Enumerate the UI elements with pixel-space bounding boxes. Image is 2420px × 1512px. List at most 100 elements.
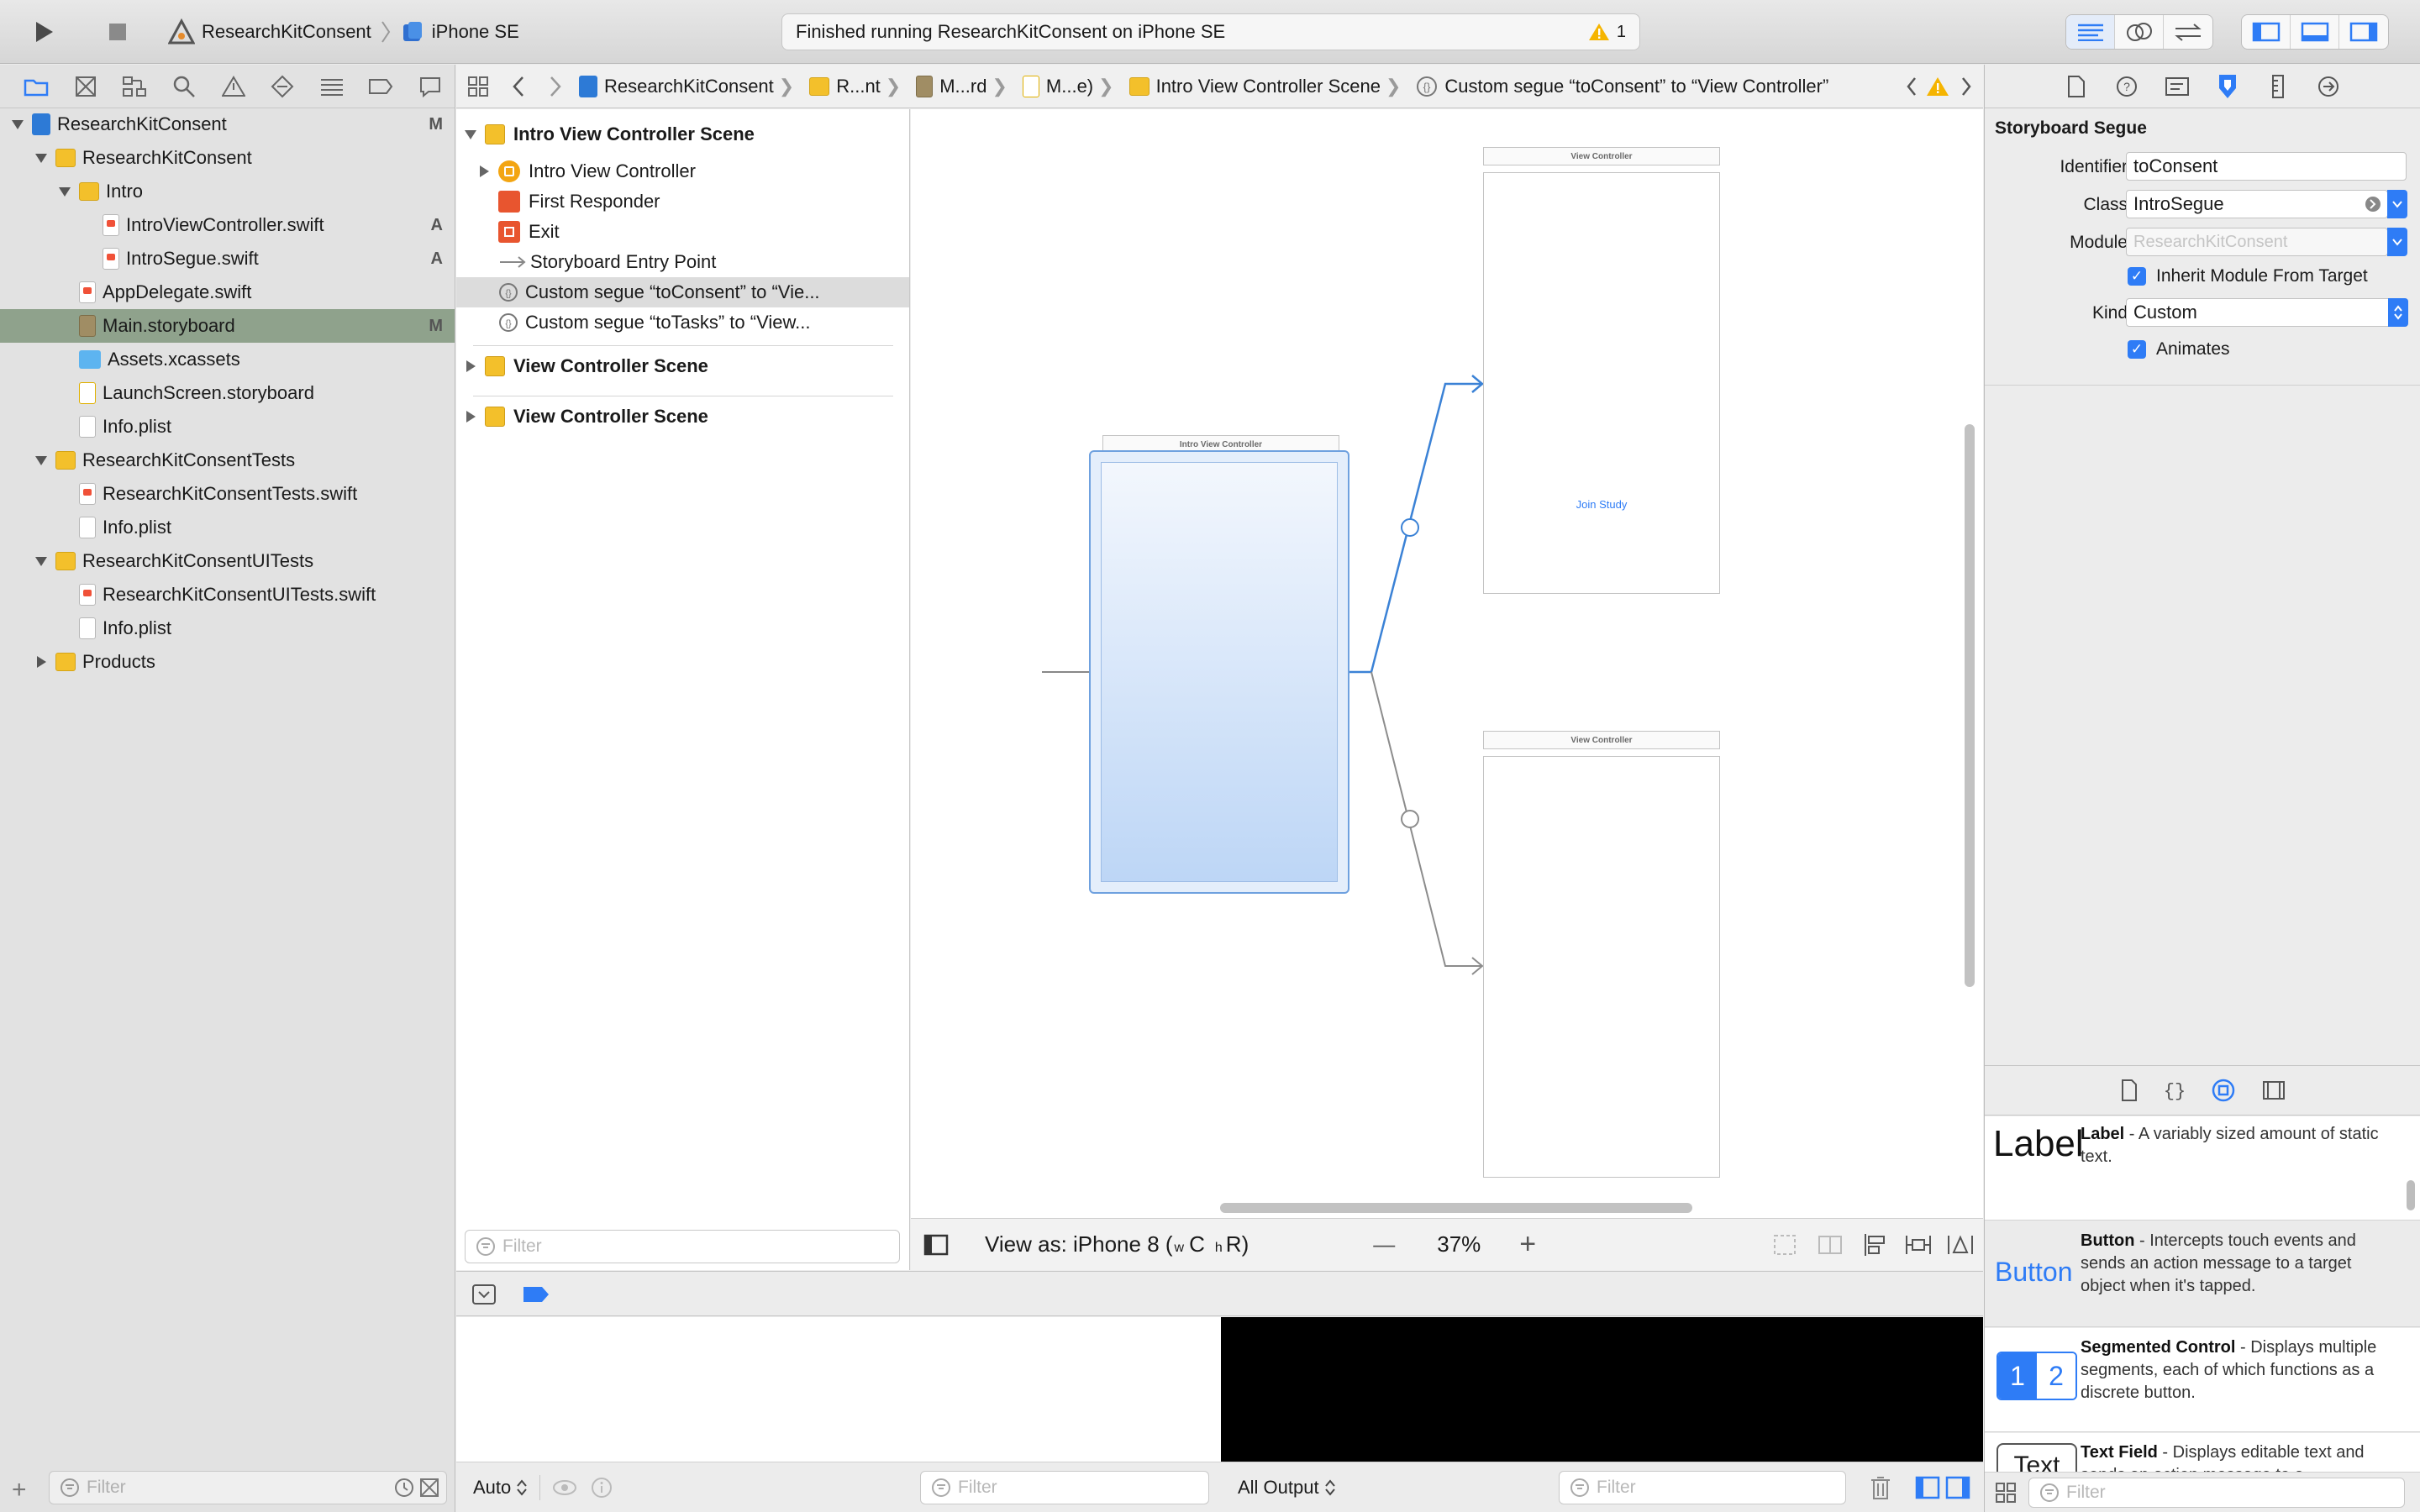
file-tree-row[interactable]: Main.storyboard M	[0, 309, 455, 343]
tab-file-inspector[interactable]	[2051, 65, 2102, 108]
scheme-selector[interactable]: ResearchKitConsent iPhone SE	[168, 13, 519, 50]
canvas-horizontal-scrollbar[interactable]	[1220, 1203, 1692, 1213]
disclosure-open-icon[interactable]	[34, 150, 49, 165]
media-library-icon[interactable]	[2261, 1079, 2286, 1101]
module-dropdown-arrow[interactable]	[2387, 228, 2407, 256]
scheme-device-label[interactable]: iPhone SE	[432, 21, 519, 43]
info-icon[interactable]	[591, 1477, 613, 1499]
object-library-icon[interactable]	[2211, 1078, 2236, 1103]
animates-checkbox[interactable]: ✓	[2128, 340, 2146, 359]
variables-filter-field[interactable]: Filter	[920, 1471, 1209, 1504]
disclosure-open-icon[interactable]	[57, 184, 72, 199]
file-tree-row[interactable]: AppDelegate.swift	[0, 276, 455, 309]
view-controller-1-frame[interactable]: Join Study	[1483, 172, 1720, 594]
auto-variables-selector[interactable]: Auto	[473, 1477, 528, 1499]
tab-reports[interactable]	[406, 65, 455, 108]
module-field[interactable]: ResearchKitConsent	[2126, 228, 2388, 256]
navigator-filter-field[interactable]: Filter	[49, 1471, 447, 1504]
show-console-view-icon[interactable]	[1945, 1476, 1970, 1499]
trash-icon[interactable]	[1870, 1476, 1891, 1501]
outline-item[interactable]: First Responder	[456, 186, 909, 217]
file-tree-row[interactable]: Products	[0, 645, 455, 679]
segue-to-consent-icon[interactable]	[1401, 518, 1419, 537]
related-items-button[interactable]	[456, 76, 500, 97]
file-tree-row[interactable]: ResearchKitConsentUITests	[0, 544, 455, 578]
version-editor-button[interactable]	[2164, 15, 2212, 49]
zoom-level[interactable]: 37%	[1437, 1231, 1481, 1257]
disclosure-open-icon[interactable]	[10, 117, 25, 132]
disclosure-closed-icon[interactable]	[456, 360, 485, 373]
forward-button[interactable]	[537, 75, 574, 98]
toggle-navigator-button[interactable]	[2242, 15, 2291, 49]
class-dropdown-arrow[interactable]	[2387, 190, 2407, 218]
file-tree-row[interactable]: ResearchKitConsent M	[0, 108, 455, 141]
code-snippet-icon[interactable]: {}	[2164, 1079, 2186, 1102]
file-tree-row[interactable]: ResearchKitConsent	[0, 141, 455, 175]
tab-source-control[interactable]	[61, 65, 111, 108]
align-icon[interactable]	[1862, 1232, 1889, 1257]
disclosure-closed-icon[interactable]	[470, 165, 498, 178]
toggle-debug-area-button[interactable]	[2291, 15, 2339, 49]
join-study-button[interactable]: Join Study	[1484, 498, 1719, 511]
disclosure-open-icon[interactable]	[34, 554, 49, 569]
vc2-title-bar[interactable]: View Controller	[1483, 731, 1720, 749]
file-tree-row[interactable]: ResearchKitConsentTests	[0, 444, 455, 477]
update-frames-icon[interactable]	[1817, 1232, 1844, 1257]
embed-in-icon[interactable]	[1771, 1232, 1798, 1257]
warning-count[interactable]: 1	[1617, 23, 1626, 42]
outline-scene-intro[interactable]: Intro View Controller Scene	[456, 119, 909, 150]
outline-item-selected[interactable]: {} Custom segue “toConsent” to “Vie...	[456, 277, 909, 307]
toggle-inspector-button[interactable]	[2339, 15, 2388, 49]
tab-identity-inspector[interactable]	[2152, 65, 2202, 108]
tab-project[interactable]	[12, 65, 61, 108]
warning-icon[interactable]	[1926, 76, 1949, 97]
crumb-segue[interactable]: {} Custom segue “toConsent” to “View Con…	[1411, 76, 1833, 97]
crumb-project[interactable]: ResearchKitConsent ❯	[574, 75, 804, 97]
zoom-out-button[interactable]: —	[1373, 1231, 1395, 1257]
segue-to-tasks-line[interactable]	[1370, 671, 1482, 967]
library-item-label[interactable]: Label Label - A variably sized amount of…	[1985, 1116, 2420, 1221]
library-filter-field[interactable]: Filter	[2028, 1477, 2405, 1508]
disclosure-open-icon[interactable]	[456, 129, 485, 140]
library-item-text-field[interactable]: Text Text Field - Displays editable text…	[1985, 1433, 2420, 1472]
source-control-filter-icon[interactable]	[419, 1478, 439, 1498]
run-button[interactable]	[18, 13, 69, 50]
console-filter-field[interactable]: Filter	[1559, 1471, 1846, 1504]
breakpoints-toggle-icon[interactable]	[522, 1285, 550, 1304]
tab-find[interactable]	[160, 65, 209, 108]
tab-connections-inspector[interactable]	[2303, 65, 2354, 108]
tab-breakpoints[interactable]	[356, 65, 406, 108]
storyboard-canvas[interactable]: Intro View Controller View Controller Jo…	[911, 109, 1983, 1218]
kind-popup[interactable]: Custom	[2126, 298, 2408, 327]
standard-editor-button[interactable]	[2066, 15, 2115, 49]
quick-look-eye-icon[interactable]	[552, 1478, 577, 1498]
grid-view-icon[interactable]	[1995, 1482, 2017, 1504]
inherit-module-checkbox[interactable]: ✓	[2128, 267, 2146, 286]
file-tree-row[interactable]: LaunchScreen.storyboard	[0, 376, 455, 410]
crumb-group[interactable]: R...nt ❯	[804, 76, 911, 97]
next-issue-button[interactable]	[1949, 76, 1983, 97]
file-tree-row[interactable]: ResearchKitConsentTests.swift	[0, 477, 455, 511]
canvas-vertical-scrollbar[interactable]	[1965, 424, 1975, 987]
scheme-project-label[interactable]: ResearchKitConsent	[202, 21, 371, 43]
add-constraints-icon[interactable]	[1904, 1232, 1933, 1257]
vc1-title-bar[interactable]: View Controller	[1483, 147, 1720, 165]
tab-issues[interactable]	[208, 65, 258, 108]
tab-tests[interactable]	[258, 65, 308, 108]
file-tree-row[interactable]: Info.plist	[0, 511, 455, 544]
recent-files-icon[interactable]	[394, 1478, 414, 1498]
outline-item[interactable]: {} Custom segue “toTasks” to “View...	[456, 307, 909, 338]
tab-quick-help[interactable]: ?	[2102, 65, 2152, 108]
crumb-storyboard[interactable]: M...rd ❯	[911, 75, 1018, 97]
outline-filter-field[interactable]: Filter	[465, 1230, 900, 1263]
back-button[interactable]	[500, 75, 537, 98]
stop-button[interactable]	[92, 13, 143, 50]
go-to-class-icon[interactable]	[2364, 195, 2382, 213]
tab-size-inspector[interactable]	[2253, 65, 2303, 108]
file-tree-row[interactable]: Info.plist	[0, 612, 455, 645]
tab-symbols[interactable]	[110, 65, 160, 108]
segue-to-tasks-icon[interactable]	[1401, 810, 1419, 828]
outline-scene-vc1[interactable]: View Controller Scene	[456, 351, 909, 381]
add-file-button[interactable]: +	[12, 1476, 27, 1504]
tab-debug[interactable]	[307, 65, 356, 108]
